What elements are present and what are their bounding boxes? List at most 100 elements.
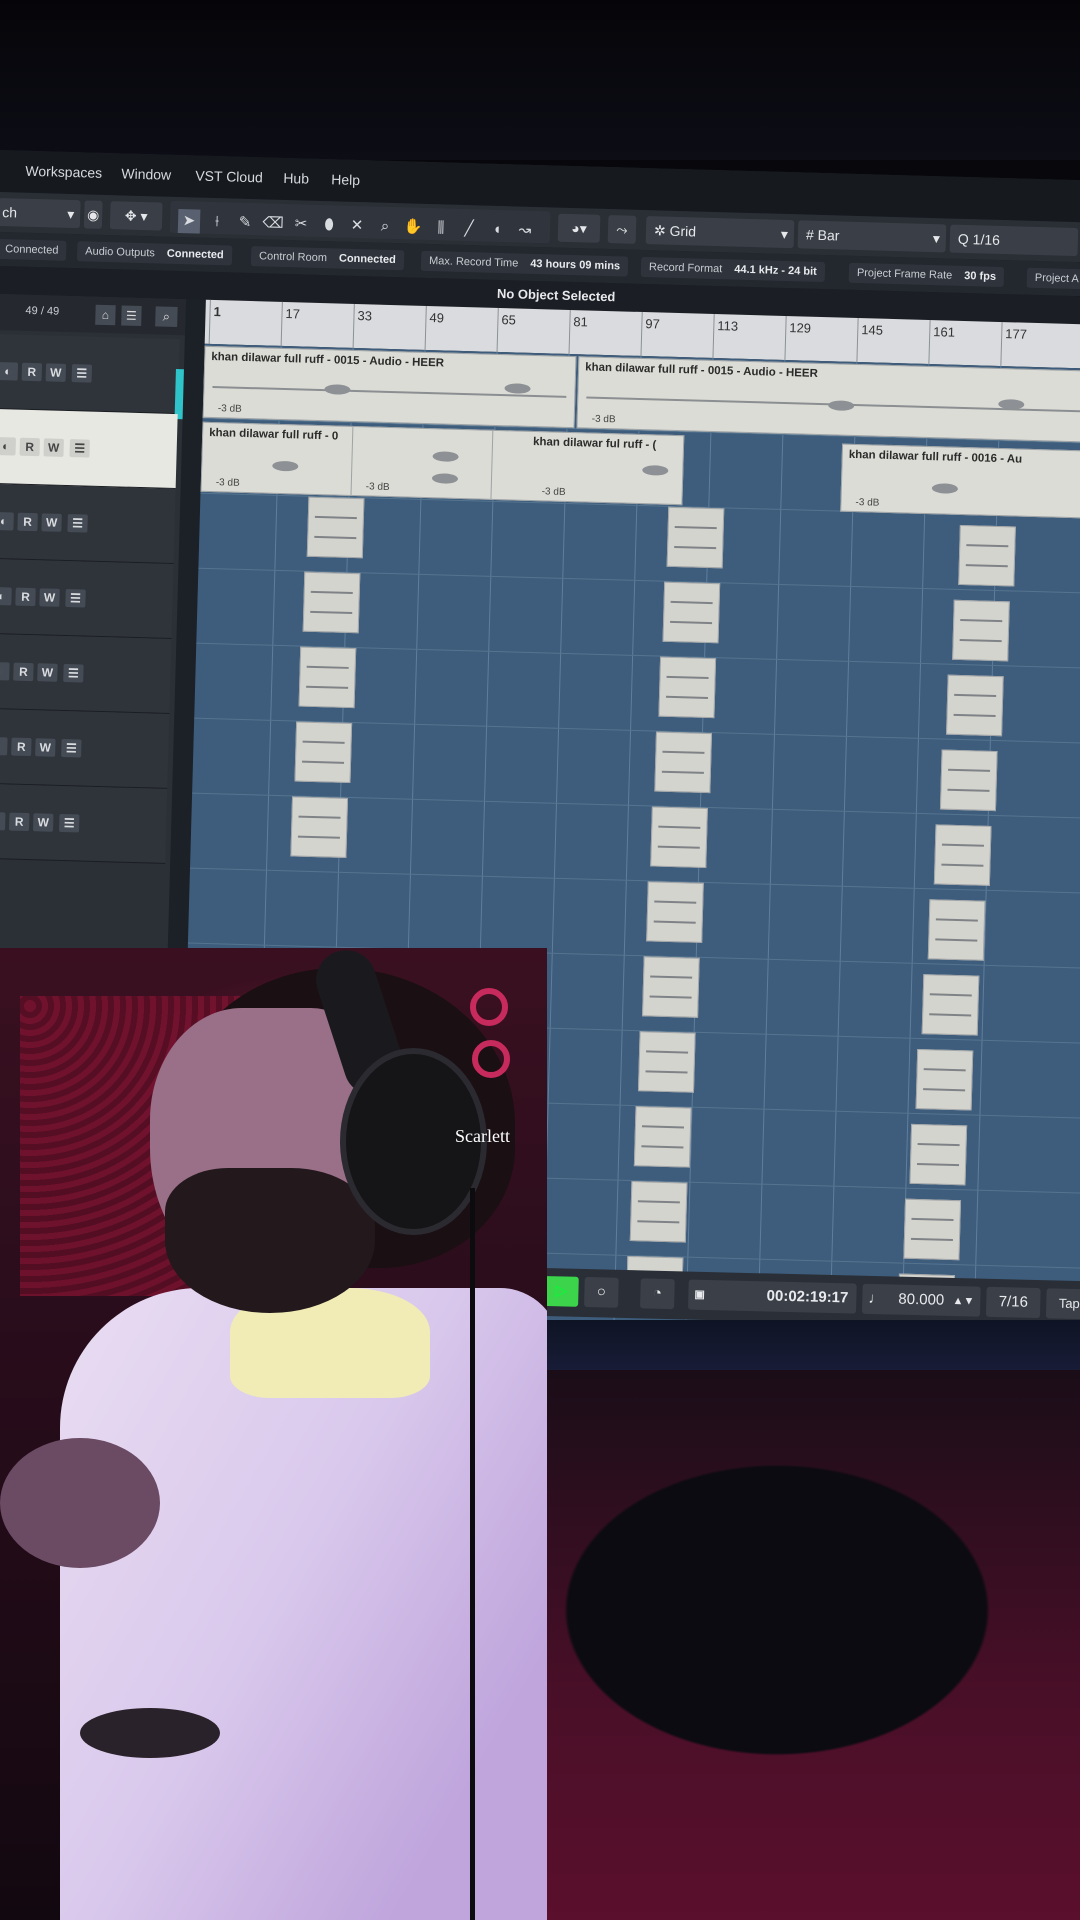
glue-tool-icon[interactable]: ⬮ [318, 213, 341, 238]
edit-icon[interactable]: ☰ [65, 589, 86, 608]
audio-clip[interactable] [302, 571, 361, 634]
home-icon[interactable]: ⌂ [95, 304, 116, 326]
track-row[interactable]: ◐ R W ☰ [0, 408, 178, 490]
audio-clip[interactable] [637, 1031, 696, 1093]
write-button[interactable]: W [41, 513, 62, 532]
menu-window[interactable]: Window [121, 165, 171, 182]
audio-clip[interactable] [633, 1106, 692, 1168]
monitor-icon[interactable]: ◐ [0, 736, 8, 756]
audio-clip[interactable] [662, 581, 721, 644]
edit-icon[interactable]: ☰ [58, 813, 80, 833]
edit-icon[interactable]: ☰ [61, 738, 82, 758]
monitor-icon[interactable]: ◐ [0, 511, 14, 531]
menu-workspaces[interactable]: Workspaces [25, 163, 102, 181]
erase-tool-icon[interactable]: ⌫ [262, 211, 285, 236]
settings-icon[interactable]: ◉ [83, 200, 103, 229]
menu-hub[interactable]: Hub [283, 170, 309, 187]
grid-type-dropdown[interactable]: # Bar ▾ [797, 220, 947, 253]
quantize-dropdown[interactable]: Q 1/16 [949, 224, 1079, 257]
track-row[interactable]: ◐ R W ☰ [0, 783, 168, 864]
write-button[interactable]: W [45, 363, 67, 382]
audio-clip[interactable] [306, 496, 365, 559]
read-button[interactable]: R [11, 737, 32, 757]
read-button[interactable]: R [15, 587, 36, 607]
snap-type-dropdown[interactable]: ✲ Grid ▾ [645, 216, 795, 249]
audio-clip[interactable] [666, 506, 725, 569]
edit-icon[interactable]: ☰ [69, 439, 90, 458]
track-row[interactable]: ◐ R W ☰ [0, 708, 170, 789]
audio-clip[interactable] [933, 824, 992, 886]
edit-icon[interactable]: ☰ [71, 364, 93, 383]
audio-clip[interactable] [290, 796, 349, 858]
audio-clip[interactable] [921, 974, 980, 1036]
edit-icon[interactable]: ☰ [63, 663, 84, 683]
audio-clip[interactable] [927, 899, 986, 961]
range-select-tool-icon[interactable]: ⟊ [206, 210, 229, 235]
audio-clip[interactable] [642, 956, 700, 1018]
menu-help[interactable]: Help [331, 171, 360, 188]
track-row[interactable]: ◐ R W ☰ [0, 558, 174, 639]
audio-clip[interactable]: khan dilawar full ruff - 0015 - Audio - … [202, 345, 577, 429]
track-row[interactable]: ◐ R W ☰ [0, 333, 184, 420]
write-button[interactable]: W [39, 588, 60, 607]
write-button[interactable]: W [37, 663, 58, 682]
record-icon[interactable]: ○ [584, 1276, 619, 1308]
track-row[interactable]: ◐ R W ☰ [0, 483, 176, 565]
audio-clip[interactable] [629, 1181, 688, 1243]
monitor-icon[interactable]: ◐ [0, 436, 16, 456]
comp-tool-icon[interactable]: ⫼ [430, 216, 453, 241]
audio-clip[interactable] [298, 646, 357, 709]
time-display[interactable]: ▣ 00:02:19:17 [688, 1279, 857, 1314]
list-icon[interactable]: ☰ [121, 305, 142, 327]
write-button[interactable]: W [35, 738, 56, 757]
preset-dropdown[interactable]: ch ▾ [0, 197, 81, 229]
monitor-icon[interactable]: ◐ [0, 362, 19, 381]
audio-clip[interactable] [294, 721, 353, 784]
metronome-icon[interactable]: ◔ [640, 1278, 675, 1310]
audio-clip[interactable] [958, 524, 1016, 587]
audio-clip[interactable]: khan dilawar ful ruff - ( -3 dB [490, 429, 685, 506]
line-tool-icon[interactable]: ╱ [458, 217, 481, 242]
auto-scroll-icon[interactable]: ⤳ [607, 215, 637, 244]
audio-clip[interactable]: -3 dB [350, 425, 495, 500]
audio-clip[interactable] [952, 599, 1010, 662]
read-button[interactable]: R [21, 362, 43, 382]
play-tool-icon[interactable]: ◖ [486, 218, 509, 243]
object-select-tool-icon[interactable]: ➤ [177, 209, 201, 234]
write-button[interactable]: W [43, 438, 64, 457]
color-dropdown[interactable]: ◕▾ [557, 213, 601, 243]
audio-clip[interactable] [909, 1123, 968, 1186]
audio-clip[interactable]: khan dilawar full ruff - 0 -3 dB [200, 421, 355, 496]
stepper-icon[interactable]: ▲▼ [952, 1286, 975, 1317]
zoom-tool-icon[interactable]: ⌕ [374, 214, 397, 239]
mute-tool-icon[interactable]: ✕ [346, 214, 369, 239]
tap-tempo-button[interactable]: Tap [1045, 1288, 1080, 1320]
edit-icon[interactable]: ☰ [67, 514, 88, 533]
play-icon[interactable]: ▷ [544, 1275, 579, 1307]
tempo-display[interactable]: ♩ 80.000 ▲▼ [861, 1283, 981, 1317]
read-button[interactable]: R [13, 662, 34, 682]
audio-clip[interactable] [946, 674, 1004, 737]
monitor-icon[interactable]: ◐ [0, 661, 10, 681]
audio-clip[interactable] [646, 881, 704, 943]
audio-clip[interactable] [903, 1198, 962, 1261]
warp-tool-icon[interactable]: ↝ [514, 218, 537, 243]
split-tool-icon[interactable]: ✂ [290, 212, 313, 237]
monitor-icon[interactable]: ◐ [0, 811, 6, 831]
audio-clip[interactable]: khan dilawar full ruff - 0016 - Au -3 dB [840, 443, 1080, 520]
time-signature[interactable]: 7/16 [985, 1286, 1041, 1319]
menu-vst-cloud[interactable]: VST Cloud [195, 167, 263, 185]
read-button[interactable]: R [17, 512, 38, 532]
constrain-dropdown[interactable]: ✥ ▾ [109, 201, 163, 231]
audio-clip[interactable] [915, 1048, 974, 1111]
audio-clip[interactable] [654, 731, 712, 794]
monitor-icon[interactable]: ◐ [0, 586, 12, 606]
write-button[interactable]: W [32, 813, 54, 832]
hand-tool-icon[interactable]: ✋ [402, 215, 425, 240]
read-button[interactable]: R [19, 437, 40, 457]
track-row[interactable]: ◐ R W ☰ [0, 633, 172, 714]
audio-clip[interactable] [939, 749, 998, 812]
search-icon[interactable]: ⌕ [155, 306, 178, 328]
audio-clip[interactable] [650, 806, 708, 868]
audio-clip[interactable] [658, 656, 717, 719]
